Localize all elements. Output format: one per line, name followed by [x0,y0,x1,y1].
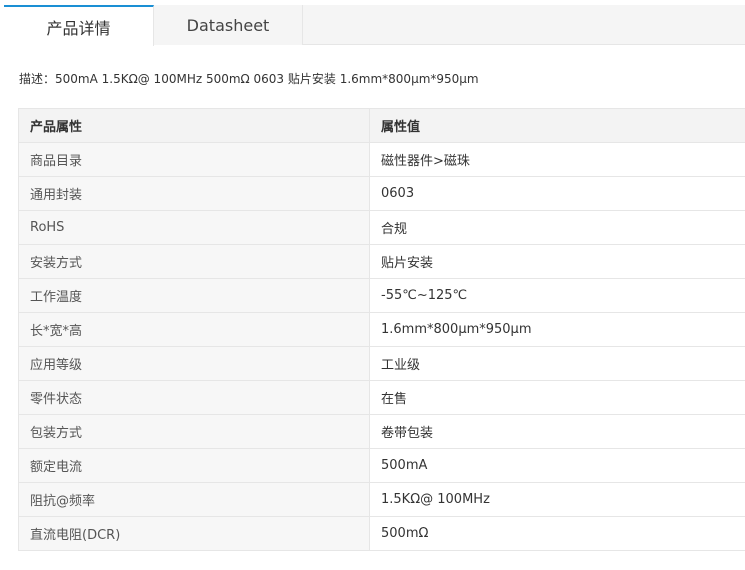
table-row: 应用等级 工业级 [18,346,745,381]
attr-name: 包装方式 [18,414,370,449]
tab-datasheet[interactable]: Datasheet [154,5,303,45]
attr-value: 卷带包装 [369,414,745,449]
attr-value: 贴片安装 [369,244,745,279]
attr-value: 500mΩ [369,516,745,551]
table-row: 额定电流 500mA [18,448,745,483]
attr-name: 额定电流 [18,448,370,483]
tab-product-details[interactable]: 产品详情 [4,5,154,46]
spec-table: 产品属性 属性值 商品目录 磁性器件>磁珠 通用封装 0603 RoHS 合规 … [18,108,745,551]
attr-name: 工作温度 [18,278,370,313]
attr-name: 直流电阻(DCR) [18,516,370,551]
table-row: 包装方式 卷带包装 [18,414,745,449]
attr-name: 应用等级 [18,346,370,381]
attr-name: 长*宽*高 [18,312,370,347]
table-header-row: 产品属性 属性值 [18,108,745,143]
table-row: 长*宽*高 1.6mm*800μm*950μm [18,312,745,347]
attr-value: 1.5KΩ@ 100MHz [369,482,745,517]
attr-value: 1.6mm*800μm*950μm [369,312,745,347]
attr-value: 0603 [369,176,745,211]
table-row: 阻抗@频率 1.5KΩ@ 100MHz [18,482,745,517]
product-description: 描述：500mA 1.5KΩ@ 100MHz 500mΩ 0603 贴片安装 1… [19,72,479,86]
header-value: 属性值 [369,108,745,143]
table-row: 安装方式 贴片安装 [18,244,745,279]
attr-value: 在售 [369,380,745,415]
attr-name: RoHS [18,210,370,245]
table-row: 商品目录 磁性器件>磁珠 [18,142,745,177]
attr-name: 零件状态 [18,380,370,415]
tab-bar: 产品详情 Datasheet [4,5,745,46]
attr-name: 商品目录 [18,142,370,177]
table-row: 通用封装 0603 [18,176,745,211]
attr-value: 合规 [369,210,745,245]
attr-value: 500mA [369,448,745,483]
table-row: 工作温度 -55℃~125℃ [18,278,745,313]
attr-value: -55℃~125℃ [369,278,745,313]
attr-value: 工业级 [369,346,745,381]
table-row: RoHS 合规 [18,210,745,245]
attr-name: 安装方式 [18,244,370,279]
attr-name: 阻抗@频率 [18,482,370,517]
header-attribute: 产品属性 [18,108,370,143]
attr-value: 磁性器件>磁珠 [369,142,745,177]
attr-name: 通用封装 [18,176,370,211]
table-row: 零件状态 在售 [18,380,745,415]
table-row: 直流电阻(DCR) 500mΩ [18,516,745,551]
